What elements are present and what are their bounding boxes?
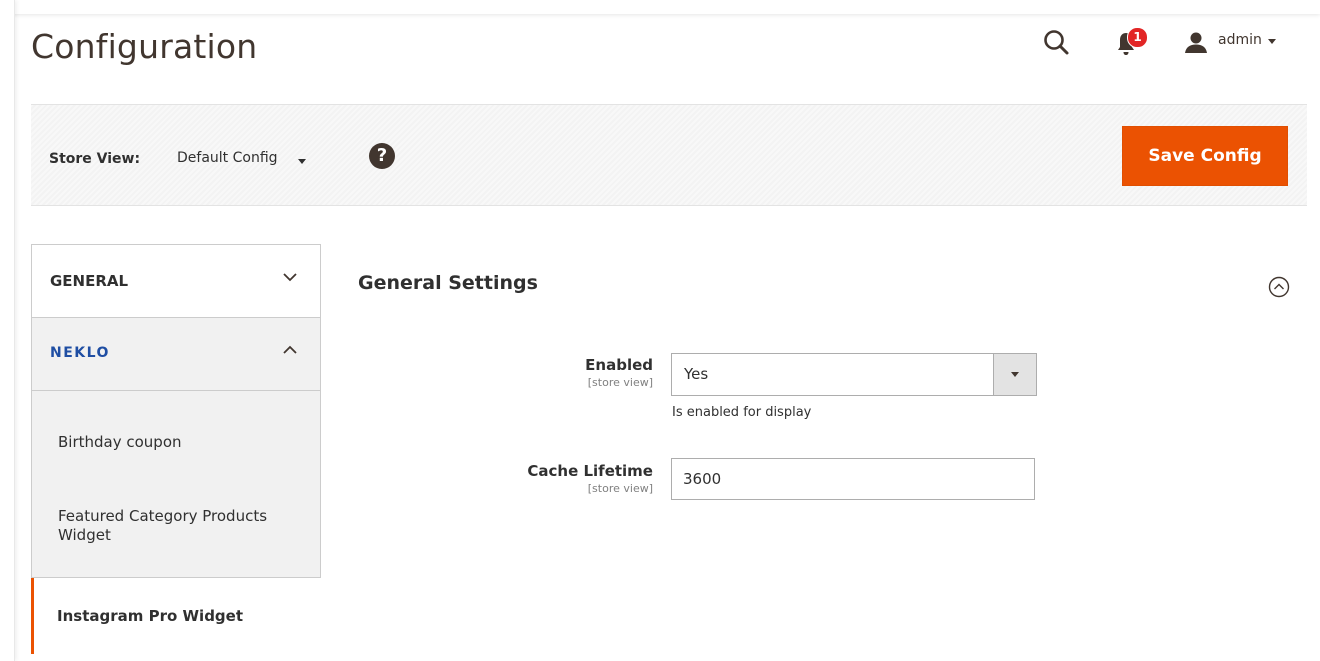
sidebar-item-birthday-coupon[interactable]: Birthday coupon [32, 391, 320, 475]
notification-count-badge: 1 [1127, 27, 1148, 48]
sidebar-item-label: Birthday coupon [58, 433, 182, 451]
sidebar-item-instagram-pro[interactable]: Instagram Pro Widget [31, 578, 321, 654]
sidebar-item-label: Instagram Pro Widget [57, 607, 244, 625]
field-label-cache-lifetime: Cache Lifetime [527, 462, 653, 480]
notifications-button[interactable]: 1 [1114, 26, 1154, 60]
field-scope-cache-lifetime: [store view] [587, 482, 653, 495]
chevron-down-icon [1268, 39, 1276, 44]
store-view-dropdown[interactable]: Default Config [177, 145, 317, 173]
page-title: Configuration [31, 27, 258, 66]
sidebar-item-label: Featured Category Products Widget [58, 507, 268, 544]
enabled-select-value: Yes [684, 365, 709, 383]
neklo-section-list: Birthday coupon Featured Category Produc… [31, 390, 321, 578]
tab-general-label: GENERAL [50, 272, 129, 290]
store-view-selected: Default Config [177, 150, 278, 166]
chevron-down-icon [1011, 372, 1019, 377]
field-label-enabled: Enabled [585, 356, 653, 374]
user-icon [1185, 32, 1207, 53]
tab-neklo-label: NEKLO [50, 345, 110, 361]
chevron-up-icon [283, 345, 297, 354]
window-left-edge [0, 0, 15, 661]
field-scope-enabled: [store view] [587, 376, 653, 389]
help-icon[interactable]: ? [369, 143, 395, 169]
save-config-button[interactable]: Save Config [1122, 126, 1288, 186]
section-title: General Settings [358, 272, 538, 294]
search-icon [1044, 30, 1069, 55]
cache-lifetime-input[interactable] [671, 458, 1035, 500]
window-top-edge [0, 0, 1320, 14]
select-arrow-button [993, 354, 1036, 395]
store-view-label: Store View: [49, 151, 141, 167]
tab-neklo[interactable]: NEKLO [31, 317, 321, 390]
search-button[interactable] [1040, 26, 1074, 60]
user-name: admin [1218, 32, 1262, 48]
tab-general[interactable]: GENERAL [31, 244, 321, 317]
enabled-field-note: Is enabled for display [672, 405, 812, 420]
config-sidebar: GENERAL NEKLO Birthday coupon Featured C… [31, 244, 321, 654]
store-switcher-bar: Store View: Default Config ? Save Config [31, 104, 1307, 206]
collapse-section-icon[interactable] [1268, 276, 1290, 298]
user-menu[interactable]: admin [1184, 26, 1294, 60]
chevron-down-icon [298, 159, 306, 164]
sidebar-item-featured-category[interactable]: Featured Category Products Widget [32, 475, 320, 577]
chevron-down-icon [283, 273, 297, 282]
enabled-select[interactable]: Yes [671, 353, 1037, 396]
